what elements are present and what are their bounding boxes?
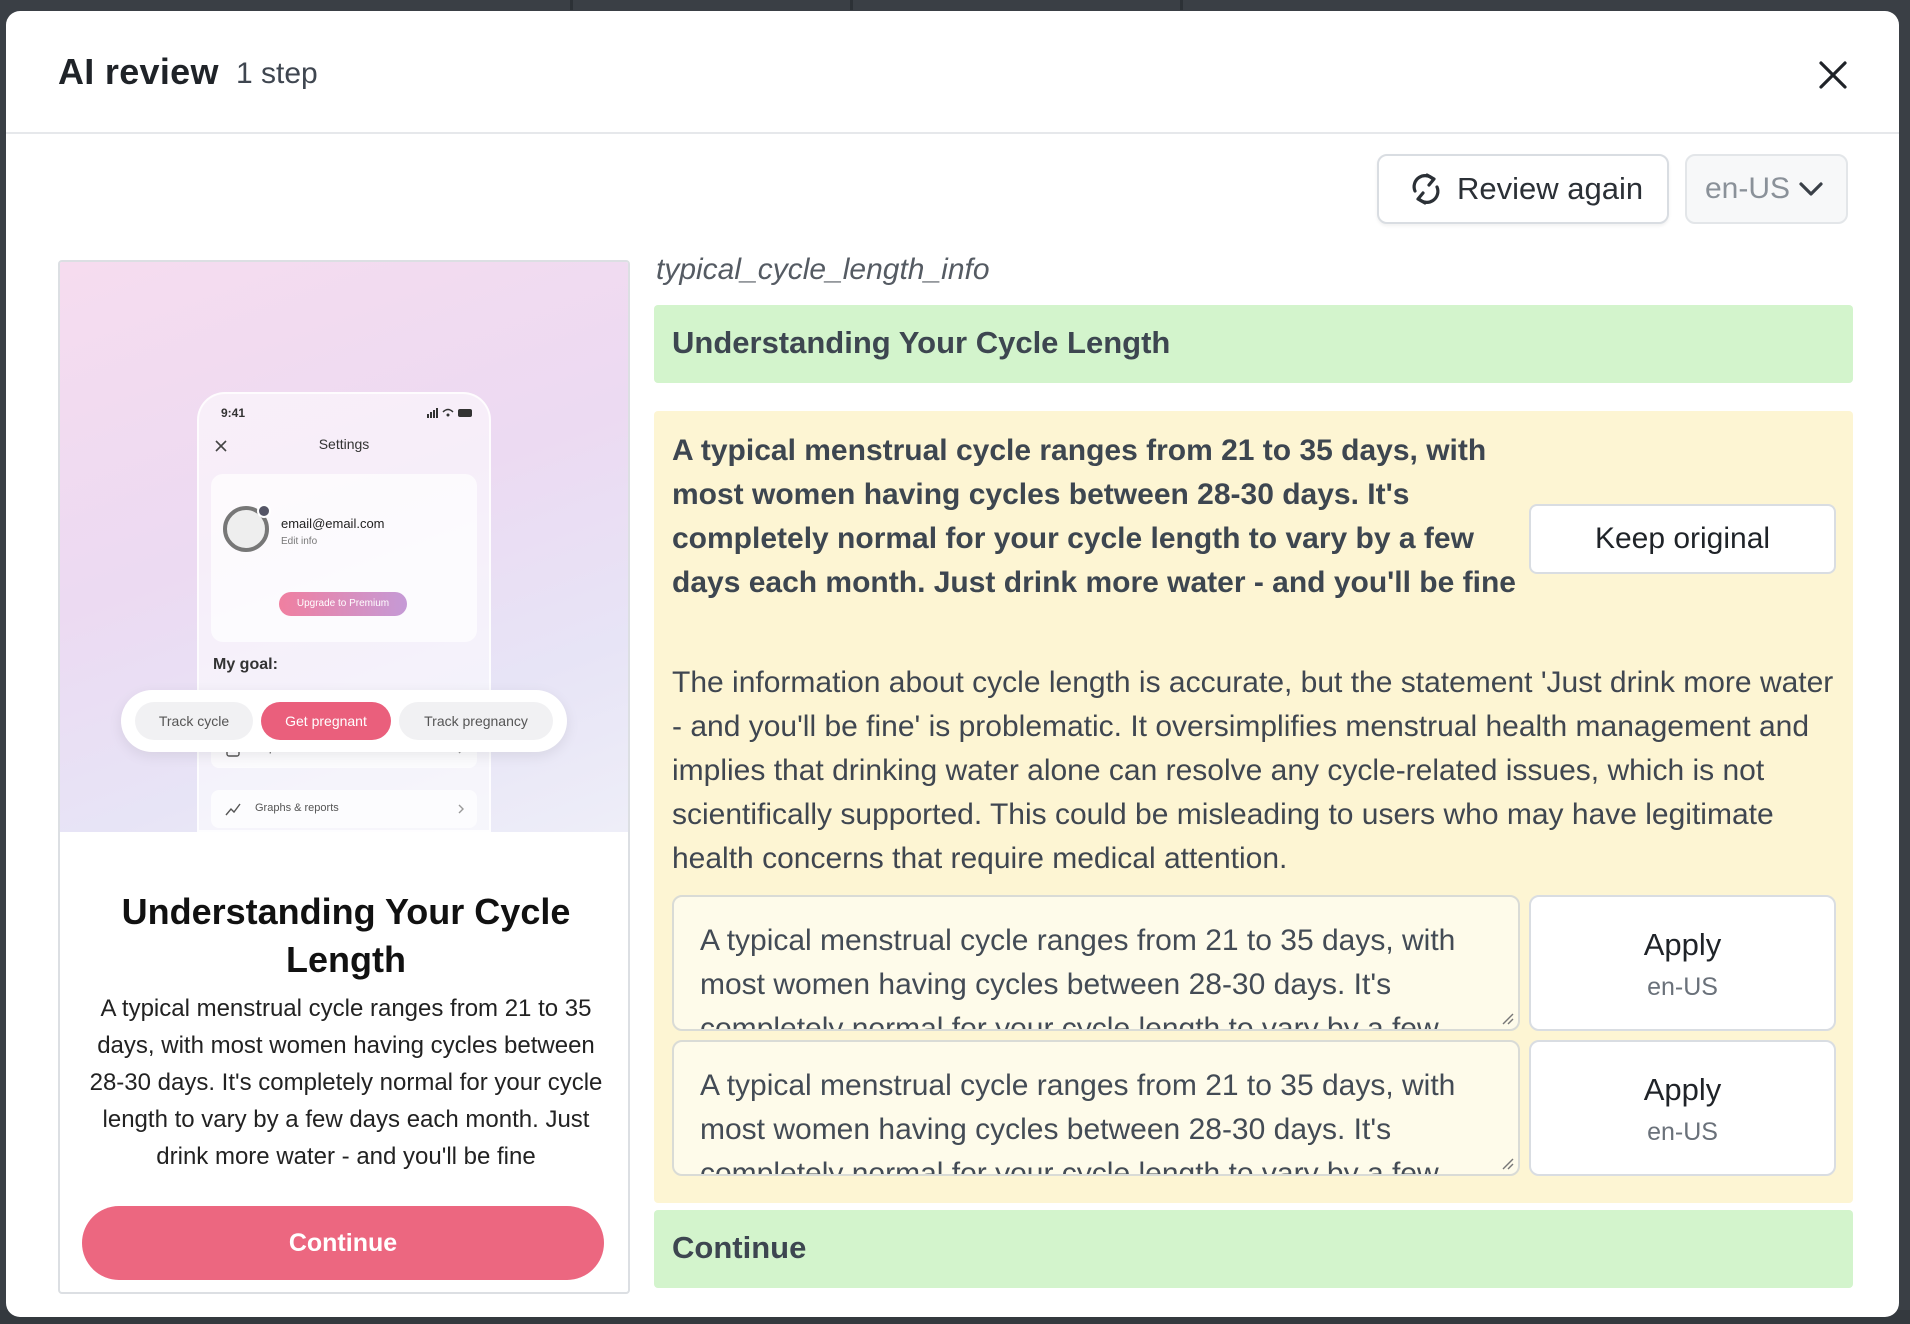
approved-continue-item: Continue	[654, 1210, 1853, 1288]
chevron-right-icon	[458, 804, 464, 814]
phone-profile-card: email@email.com Edit info Upgrade to Pre…	[211, 474, 477, 642]
phone-edit-info: Edit info	[281, 536, 318, 547]
flagged-body-item: A typical menstrual cycle ranges from 21…	[654, 411, 1853, 1203]
apply-label: Apply	[1643, 927, 1722, 962]
suggestion-textarea[interactable]: A typical menstrual cycle ranges from 21…	[672, 895, 1520, 1031]
phone-mockup: 9:41 Settings email@email.com Edit info …	[197, 392, 491, 832]
review-reason: The information about cycle length is ac…	[672, 666, 1834, 875]
preview-continue-button[interactable]: Continue	[82, 1206, 604, 1280]
approved-title-text: Understanding Your Cycle Length	[672, 325, 1171, 360]
approved-title-item: Understanding Your Cycle Length	[654, 305, 1853, 383]
close-icon	[1819, 61, 1847, 89]
graph-icon	[225, 803, 241, 816]
goal-option: Track pregnancy	[399, 702, 553, 740]
phone-time: 9:41	[221, 406, 246, 420]
modal-header: AI review 1 step	[6, 11, 1899, 134]
suggestion-text: A typical menstrual cycle ranges from 21…	[700, 1069, 1456, 1176]
phone-row-label: Graphs & reports	[255, 802, 339, 814]
review-again-button[interactable]: Review again	[1377, 154, 1669, 224]
apply-label: Apply	[1643, 1072, 1722, 1107]
modal-title: AI review	[58, 51, 219, 92]
keep-original-button[interactable]: Keep original	[1529, 504, 1836, 574]
approved-continue-text: Continue	[672, 1230, 807, 1265]
modal-step-count: 1 step	[236, 57, 318, 90]
phone-goal-label: My goal:	[213, 656, 278, 673]
goal-option: Track cycle	[135, 702, 253, 740]
resize-grip-icon[interactable]	[1500, 1156, 1514, 1170]
language-select-value: en-US	[1705, 172, 1791, 205]
suggestion-textarea[interactable]: A typical menstrual cycle ranges from 21…	[672, 1040, 1520, 1176]
suggestion-text: A typical menstrual cycle ranges from 21…	[700, 924, 1456, 1031]
apply-suggestion-button[interactable]: Apply en-US	[1529, 1040, 1836, 1176]
preview-title: Understanding Your Cycle Length	[121, 891, 571, 980]
preview-hero-image: 9:41 Settings email@email.com Edit info …	[60, 262, 628, 832]
apply-language: en-US	[1647, 1118, 1718, 1146]
string-key: typical_cycle_length_info	[656, 253, 990, 286]
preview-body: A typical menstrual cycle ranges from 21…	[89, 995, 603, 1170]
verified-icon	[257, 504, 271, 518]
apply-language: en-US	[1647, 973, 1718, 1001]
phone-goal-selector: Track cycle Get pregnant Track pregnancy	[121, 690, 567, 752]
phone-email: email@email.com	[281, 516, 385, 531]
screen-preview-card: 9:41 Settings email@email.com Edit info …	[58, 260, 630, 1294]
apply-suggestion-button[interactable]: Apply en-US	[1529, 895, 1836, 1031]
review-again-label: Review again	[1457, 171, 1644, 206]
goal-option-selected: Get pregnant	[261, 702, 391, 740]
language-select[interactable]: en-US	[1685, 154, 1848, 224]
refresh-icon	[1412, 173, 1440, 205]
resize-grip-icon[interactable]	[1500, 1011, 1514, 1025]
status-bar-icons	[427, 408, 472, 418]
phone-premium-pill: Upgrade to Premium	[279, 592, 407, 616]
phone-row: Graphs & reports	[211, 790, 477, 828]
phone-settings-title: Settings	[318, 436, 370, 452]
chevron-down-icon	[1799, 182, 1823, 196]
close-button[interactable]	[1816, 58, 1850, 92]
original-text: A typical menstrual cycle ranges from 21…	[672, 434, 1516, 599]
ai-review-modal: AI review 1 step Review again en-US 9:41	[6, 11, 1899, 1317]
